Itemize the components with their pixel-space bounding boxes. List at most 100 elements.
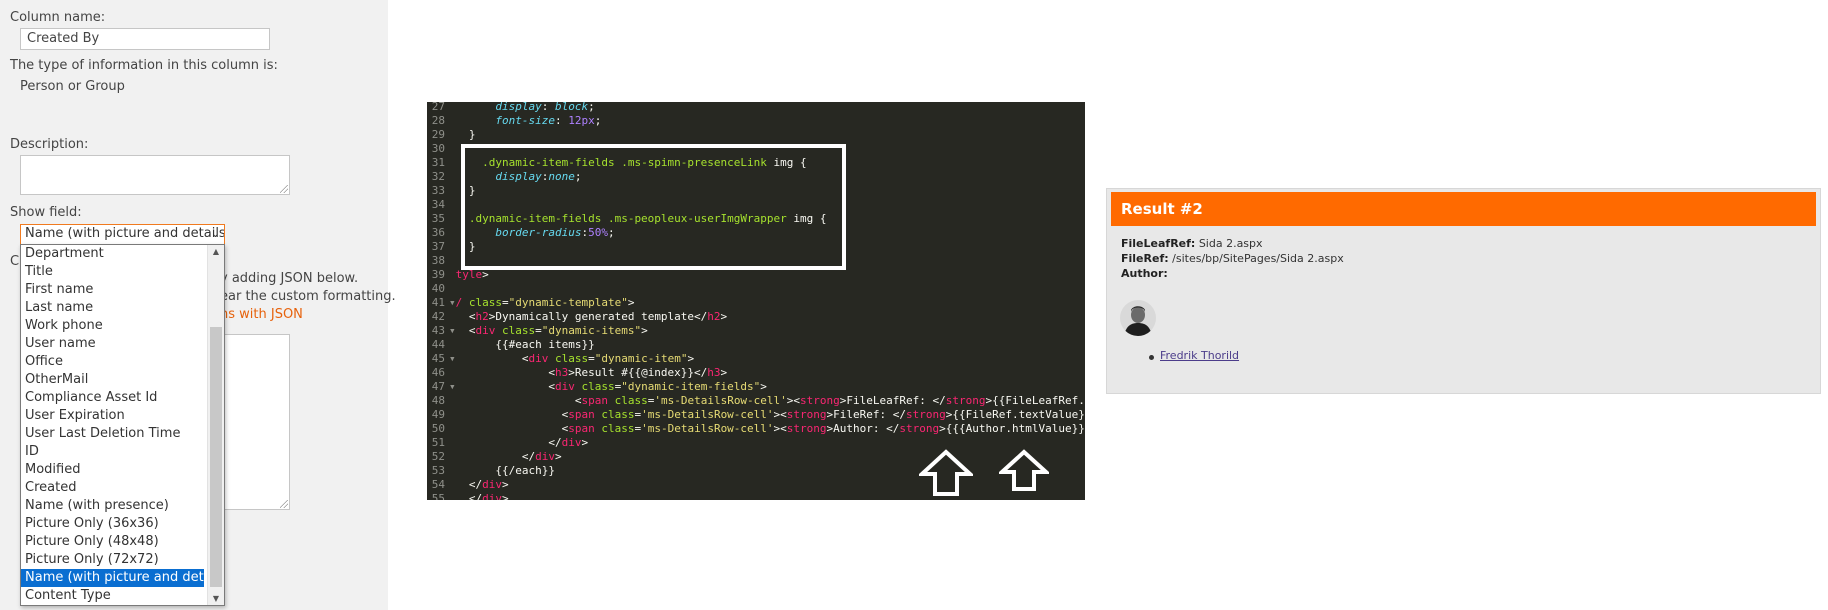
code-token: class [554, 352, 589, 365]
code-line: 51 </div> [427, 436, 588, 450]
dropdown-option[interactable]: Name (with picture and details) [21, 569, 224, 587]
code-token: </ [455, 436, 562, 449]
fileleafref-value: Sida 2.aspx [1198, 237, 1263, 250]
dropdown-option[interactable]: ID [21, 443, 204, 461]
line-number: 46 [431, 366, 445, 379]
code-token: >FileLeafRef: </ [839, 394, 946, 407]
fileref-field: FileRef: /sites/bp/SitePages/Sida 2.aspx [1121, 252, 1344, 265]
code-token: >{{FileLeafRef.te [985, 394, 1085, 407]
fold-arrow-icon[interactable]: ▾ [449, 296, 456, 309]
code-token: {{/each}} [455, 464, 555, 477]
fold-gutter [449, 422, 456, 435]
line-number: 28 [431, 114, 445, 127]
code-line: 28 font-size: 12px; [427, 114, 602, 128]
line-number: 53 [431, 464, 445, 477]
dropdown-option[interactable]: Picture Only (36x36) [21, 515, 204, 533]
code-line: 39 tyle> [427, 268, 489, 282]
line-number: 43 [431, 324, 445, 337]
arrow-up-icon [999, 449, 1049, 491]
code-line: 45 ▾ <div class="dynamic-item"> [427, 352, 694, 366]
line-number: 54 [431, 478, 445, 491]
dropdown-option[interactable]: Title [21, 263, 204, 281]
code-token: strong [899, 422, 940, 435]
format-with-json-link[interactable]: ns with JSON [220, 307, 303, 322]
dropdown-option[interactable]: Name (with presence) [21, 497, 204, 515]
code-token: h2 [707, 310, 721, 323]
code-line: 49 <span class='ms-DetailsRow-cell'><str… [427, 408, 1085, 422]
dropdown-option[interactable]: OtherMail [21, 371, 204, 389]
dropdown-option[interactable]: Department [21, 245, 204, 263]
code-token: {{#each items}} [455, 338, 595, 351]
dropdown-option[interactable]: Created [21, 479, 204, 497]
chevron-down-icon: ⌄ [210, 227, 220, 240]
dropdown-option[interactable]: Modified [21, 461, 204, 479]
fold-arrow-icon[interactable]: ▾ [449, 324, 456, 337]
dropdown-option[interactable]: Picture Only (48x48) [21, 533, 204, 551]
code-token: = [502, 296, 509, 309]
code-token: 'ms-DetailsRow-cell' [641, 422, 774, 435]
code-token: h3 [707, 366, 721, 379]
scroll-down-arrow-icon[interactable]: ▼ [208, 594, 224, 603]
code-line: 48 <span class='ms-DetailsRow-cell'><str… [427, 394, 1085, 408]
code-token: = [535, 324, 542, 337]
fold-gutter [449, 128, 456, 141]
code-token: >< [773, 422, 787, 435]
resize-grip-icon[interactable] [280, 500, 288, 508]
code-token: < [455, 422, 569, 435]
show-field-select[interactable]: Name (with picture and details) ⌄ [20, 224, 225, 245]
code-token: < [455, 352, 529, 365]
code-token: class [601, 408, 635, 421]
dropdown-option[interactable]: Content Type [21, 587, 204, 605]
fold-arrow-icon[interactable]: ▾ [449, 352, 456, 365]
fold-gutter [449, 198, 456, 211]
dropdown-option[interactable]: Office [21, 353, 204, 371]
code-line: 52 </div> [427, 450, 562, 464]
fold-gutter [449, 282, 456, 295]
dropdown-option[interactable]: User name [21, 335, 204, 353]
scrollbar-thumb[interactable] [210, 327, 222, 587]
code-token: block [554, 102, 589, 113]
dropdown-option[interactable]: Picture Only (72x72) [21, 551, 204, 569]
description-textarea[interactable] [20, 155, 290, 195]
avatar[interactable] [1120, 300, 1156, 336]
dropdown-option[interactable]: Compliance Asset Id [21, 389, 204, 407]
code-token: ; [594, 114, 602, 127]
code-token: 'ms-DetailsRow-cell' [654, 394, 787, 407]
scroll-up-arrow-icon[interactable]: ▲ [208, 247, 224, 256]
line-number: 29 [431, 128, 445, 141]
code-token: >Author: </ [826, 422, 900, 435]
dropdown-scrollbar[interactable]: ▲ ▼ [207, 245, 224, 605]
code-line: 40 [427, 282, 456, 296]
line-number: 35 [431, 212, 445, 225]
code-token: class [468, 296, 502, 309]
dropdown-option[interactable]: User Expiration [21, 407, 204, 425]
dropdown-option[interactable]: User Last Deletion Time [21, 425, 204, 443]
author-name-link[interactable]: Fredrik Thorild [1160, 349, 1239, 362]
dropdown-option[interactable]: Work phone [21, 317, 204, 335]
show-field-dropdown-list[interactable]: Department Title First name Last name Work p… [20, 244, 225, 606]
fileref-value: /sites/bp/SitePages/Sida 2.aspx [1172, 252, 1344, 265]
fileleafref-label: FileLeafRef: [1121, 237, 1196, 250]
fold-arrow-icon[interactable]: ▾ [449, 380, 456, 393]
code-line: 38 [427, 254, 456, 268]
fold-gutter [449, 464, 456, 477]
code-token: > [760, 380, 767, 393]
formatting-help-line1: y adding JSON below. [220, 271, 359, 286]
column-settings-panel: Column name: Created By The type of info… [0, 0, 396, 610]
line-number: 49 [431, 408, 445, 421]
fold-gutter [449, 156, 456, 169]
formatting-help-line2: ear the custom formatting. [220, 289, 396, 304]
code-token: >{{{Author.htmlValue}}}< [939, 422, 1085, 435]
dropdown-option[interactable]: Last name [21, 299, 204, 317]
resize-grip-icon[interactable] [280, 185, 288, 193]
fold-gutter [449, 268, 456, 281]
code-token: font-size [495, 114, 555, 127]
column-name-label: Column name: [10, 10, 106, 25]
dropdown-option[interactable]: First name [21, 281, 204, 299]
column-name-input[interactable]: Created By [20, 28, 270, 50]
code-line: 41 ▾/ class="dynamic-template"> [427, 296, 635, 310]
code-token: < [455, 366, 555, 379]
code-token: strong [786, 408, 827, 421]
line-number: 41 [431, 296, 445, 309]
show-field-selected-value: Name (with picture and details) [25, 226, 225, 241]
